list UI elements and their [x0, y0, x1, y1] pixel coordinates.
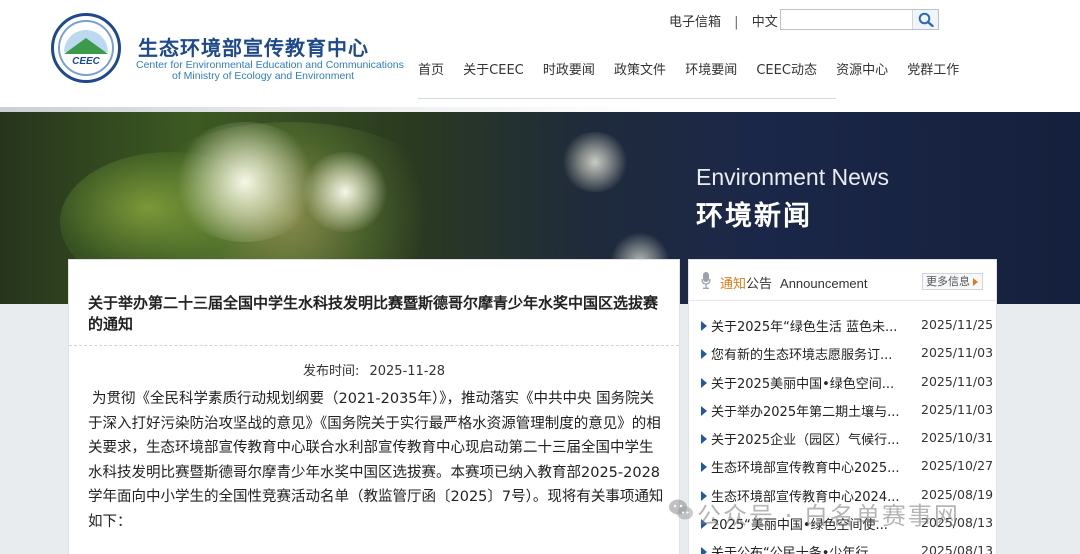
announcement-item-date: 2025/10/27: [921, 458, 994, 474]
announcement-title-rest: 公告: [746, 277, 773, 292]
more-info-button[interactable]: 更多信息: [922, 273, 983, 290]
arrow-right-icon: [973, 278, 978, 286]
announcement-item[interactable]: 关于2025年“绿色生活 蓝色未... 2025/11/25: [689, 316, 996, 344]
mailbox-link[interactable]: 电子信箱: [669, 11, 721, 30]
nav-about-ceec[interactable]: 关于CEEC: [463, 59, 524, 78]
bullet-arrow-icon: [701, 377, 707, 388]
banner-title-en: Environment News: [696, 164, 890, 190]
announcement-item-date: 2025/11/25: [921, 317, 994, 332]
search-button[interactable]: [912, 10, 938, 29]
dandelion-image: [300, 152, 390, 232]
announcement-item-title[interactable]: 关于2025美丽中国•绿色空间...: [711, 373, 911, 392]
announcement-title-highlight: 通知: [720, 277, 747, 292]
announcement-item-title[interactable]: 生态环境部宣传教育中心2025...: [711, 457, 911, 476]
article-body: 为贯彻《全民科学素质行动规划纲要（2021-2035年）》，推动落实《中共中央 …: [88, 391, 664, 530]
bullet-arrow-icon: [701, 321, 707, 331]
search-box: [780, 9, 939, 30]
article-panel: 关于举办第二十三届全国中学生水科技发明比赛暨斯德哥尔摩青少年水奖中国区选拔赛的通…: [68, 259, 680, 554]
banner-title-cn: 环境新闻: [696, 201, 812, 232]
bullet-arrow-icon: [701, 462, 707, 473]
more-info-label: 更多信息: [926, 275, 970, 288]
announcement-title: 通知公告 Announcement: [720, 273, 867, 292]
search-input[interactable]: [781, 10, 913, 29]
announcement-item-title[interactable]: 关于2025企业（园区）气候行...: [711, 429, 911, 448]
publish-date: 2025-11-28: [369, 364, 446, 379]
announcement-item[interactable]: 关于公布“公民十条•少年行... 2025/08/13: [689, 542, 996, 554]
announcement-header: 通知公告 Announcement 更多信息: [689, 260, 996, 301]
announcement-title-en: Announcement: [780, 276, 868, 291]
article-divider: [69, 345, 679, 346]
brand-name-en-line2: of Ministry of Ecology and Environment: [172, 70, 355, 82]
announcement-item-date: 2025/08/13: [921, 543, 994, 554]
bullet-arrow-icon: [701, 349, 707, 360]
nav-home[interactable]: 首页: [418, 59, 444, 78]
announcement-item-date: 2025/11/03: [921, 401, 994, 417]
brand-name-cn: 生态环境部宣传教育中心: [138, 36, 369, 60]
dandelion-image: [170, 122, 320, 242]
announcement-item[interactable]: 关于2025美丽中国•绿色空间... 2025/11/03: [689, 373, 996, 401]
bullet-arrow-icon: [701, 434, 707, 445]
nav-environment-news[interactable]: 环境要闻: [685, 59, 737, 78]
wechat-icon: [669, 499, 693, 520]
mountain-icon: [64, 38, 108, 54]
nav-current-affairs[interactable]: 时政要闻: [543, 59, 595, 78]
nav-policy-docs[interactable]: 政策文件: [614, 59, 666, 78]
nav-ceec-updates[interactable]: CEEC动态: [756, 59, 817, 78]
announcement-item[interactable]: 关于2025企业（园区）气候行... 2025/10/31: [689, 429, 996, 457]
announcement-item-date: 2025/11/03: [921, 345, 994, 361]
announcement-item[interactable]: 生态环境部宣传教育中心2025... 2025/10/27: [689, 457, 996, 485]
ceec-logo[interactable]: CEEC: [51, 13, 121, 83]
nav-party-work[interactable]: 党群工作: [907, 59, 959, 78]
article-title: 关于举办第二十三届全国中学生水科技发明比赛暨斯德哥尔摩青少年水奖中国区选拔赛的通…: [88, 294, 659, 333]
publish-label: 发布时间:: [302, 364, 360, 379]
search-icon: [918, 12, 934, 27]
announcement-item-date: 2025/11/03: [921, 373, 994, 389]
announcement-item-title[interactable]: 关于2025年“绿色生活 蓝色未...: [711, 316, 911, 335]
announcement-item[interactable]: 关于举办2025年第二期土壤与... 2025/11/03: [689, 401, 996, 429]
microphone-icon: [701, 272, 711, 289]
bullet-arrow-icon: [701, 547, 707, 554]
logo-text: CEEC: [72, 56, 100, 67]
announcement-item-title[interactable]: 关于公布“公民十条•少年行...: [711, 542, 911, 554]
link-separator: |: [734, 15, 739, 30]
announcement-item-date: 2025/10/31: [921, 430, 994, 446]
announcement-item[interactable]: 您有新的生态环境志愿服务订... 2025/11/03: [689, 344, 996, 372]
announcement-item-title[interactable]: 您有新的生态环境志愿服务订...: [711, 344, 911, 363]
site-header: CEEC 生态环境部宣传教育中心 Center for Environmenta…: [0, 0, 1080, 110]
language-link[interactable]: 中文: [752, 11, 778, 30]
dandelion-seed-image: [560, 132, 630, 192]
nav-resource-center[interactable]: 资源中心: [836, 59, 888, 78]
bullet-arrow-icon: [701, 405, 707, 416]
watermark-text: 公众号 · 白名单赛事网: [697, 502, 960, 530]
publish-info: 发布时间: 2025-11-28: [69, 360, 679, 379]
top-links: 电子信箱 | 中文: [669, 11, 778, 30]
announcement-item-title[interactable]: 关于举办2025年第二期土壤与...: [711, 401, 911, 420]
main-nav: 首页 关于CEEC 时政要闻 政策文件 环境要闻 CEEC动态 资源中心 党群工…: [418, 59, 974, 81]
nav-divider: [418, 98, 836, 99]
